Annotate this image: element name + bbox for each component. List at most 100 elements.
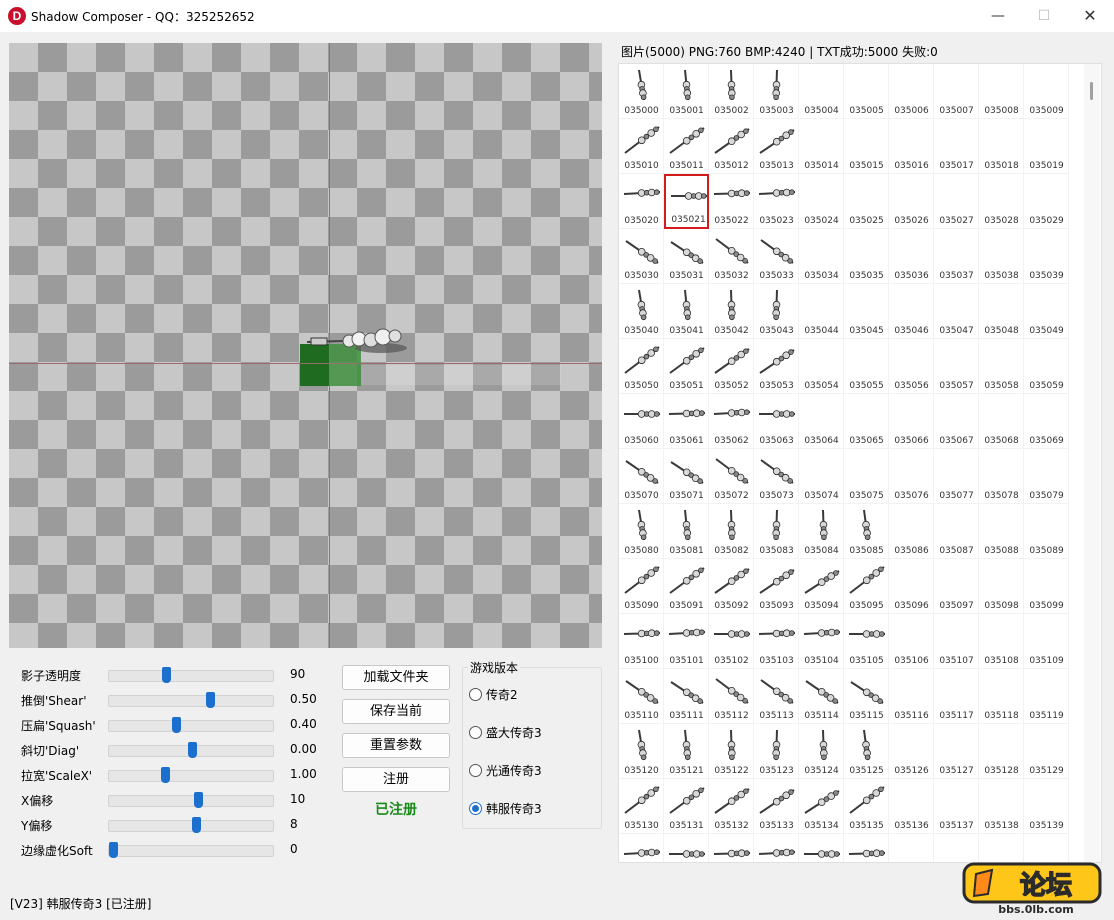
image-cell[interactable]: 035069 (1024, 394, 1069, 449)
image-cell[interactable]: 035089 (1024, 504, 1069, 559)
image-cell[interactable]: 035133 (754, 779, 799, 834)
image-cell[interactable]: 035111 (664, 669, 709, 724)
image-cell[interactable]: 035104 (799, 614, 844, 669)
image-cell[interactable]: 035132 (709, 779, 754, 834)
slider-track[interactable] (108, 767, 274, 783)
image-cell[interactable]: 035075 (844, 449, 889, 504)
image-cell[interactable]: 035024 (799, 174, 844, 229)
image-cell[interactable]: 035045 (844, 284, 889, 339)
image-cell[interactable]: 035027 (934, 174, 979, 229)
image-cell[interactable]: 035074 (799, 449, 844, 504)
image-cell[interactable]: 035042 (709, 284, 754, 339)
image-cell[interactable]: 035118 (979, 669, 1024, 724)
image-cell[interactable]: 035033 (754, 229, 799, 284)
image-cell[interactable]: 035031 (664, 229, 709, 284)
image-cell[interactable]: 035011 (664, 119, 709, 174)
game-version-radio[interactable]: 盛大传奇3 (469, 724, 589, 740)
image-cell[interactable]: 035114 (799, 669, 844, 724)
image-cell[interactable]: 035138 (979, 779, 1024, 834)
image-cell[interactable]: 035084 (799, 504, 844, 559)
image-cell[interactable]: 035098 (979, 559, 1024, 614)
image-cell[interactable]: 035060 (619, 394, 664, 449)
image-cell[interactable] (979, 834, 1024, 862)
image-cell[interactable]: 035062 (709, 394, 754, 449)
image-cell[interactable]: 035034 (799, 229, 844, 284)
image-cell[interactable]: 035022 (709, 174, 754, 229)
preview-canvas[interactable] (9, 43, 602, 648)
slider-thumb[interactable] (206, 692, 215, 708)
minimize-button[interactable]: — (975, 0, 1021, 32)
image-cell[interactable]: 035120 (619, 724, 664, 779)
slider-thumb[interactable] (194, 792, 203, 808)
image-cell[interactable]: 035092 (709, 559, 754, 614)
image-cell[interactable] (844, 834, 889, 862)
image-cell[interactable]: 035057 (934, 339, 979, 394)
image-cell[interactable]: 035130 (619, 779, 664, 834)
image-cell[interactable]: 035088 (979, 504, 1024, 559)
image-cell[interactable]: 035065 (844, 394, 889, 449)
image-cell[interactable]: 035095 (844, 559, 889, 614)
image-cell[interactable]: 035129 (1024, 724, 1069, 779)
register-button[interactable]: 注册 (342, 767, 450, 792)
save-current-button[interactable]: 保存当前 (342, 699, 450, 724)
image-cell[interactable]: 035001 (664, 64, 709, 119)
image-cell[interactable]: 035139 (1024, 779, 1069, 834)
grid-scrollbar-thumb[interactable] (1090, 82, 1093, 100)
slider-thumb[interactable] (162, 667, 171, 683)
image-cell[interactable]: 035032 (709, 229, 754, 284)
image-cell[interactable]: 035115 (844, 669, 889, 724)
image-cell[interactable] (934, 834, 979, 862)
image-cell[interactable]: 035002 (709, 64, 754, 119)
image-cell[interactable]: 035107 (934, 614, 979, 669)
image-cell[interactable]: 035010 (619, 119, 664, 174)
load-folder-button[interactable]: 加载文件夹 (342, 665, 450, 690)
image-cell[interactable] (754, 834, 799, 862)
image-cell[interactable]: 035064 (799, 394, 844, 449)
image-cell[interactable]: 035113 (754, 669, 799, 724)
image-cell[interactable]: 035128 (979, 724, 1024, 779)
image-cell[interactable]: 035137 (934, 779, 979, 834)
image-cell[interactable]: 035009 (1024, 64, 1069, 119)
image-cell[interactable]: 035056 (889, 339, 934, 394)
radio-dot[interactable] (469, 688, 482, 701)
image-cell[interactable]: 035067 (934, 394, 979, 449)
image-cell[interactable]: 035037 (934, 229, 979, 284)
image-cell[interactable]: 035046 (889, 284, 934, 339)
image-cell[interactable]: 035059 (1024, 339, 1069, 394)
image-cell[interactable]: 035085 (844, 504, 889, 559)
image-cell[interactable]: 035096 (889, 559, 934, 614)
image-cell[interactable]: 035086 (889, 504, 934, 559)
image-cell[interactable] (664, 834, 709, 862)
image-cell[interactable]: 035109 (1024, 614, 1069, 669)
image-cell[interactable]: 035017 (934, 119, 979, 174)
image-cell[interactable]: 035077 (934, 449, 979, 504)
image-cell[interactable]: 035068 (979, 394, 1024, 449)
image-cell[interactable]: 035007 (934, 64, 979, 119)
image-cell[interactable]: 035091 (664, 559, 709, 614)
image-cell-selected[interactable]: 035021 (664, 174, 709, 229)
image-cell[interactable]: 035044 (799, 284, 844, 339)
image-cell[interactable] (619, 834, 664, 862)
image-cell[interactable]: 035023 (754, 174, 799, 229)
image-cell[interactable]: 035055 (844, 339, 889, 394)
grid-scrollbar[interactable] (1084, 64, 1100, 862)
image-cell[interactable]: 035110 (619, 669, 664, 724)
image-cell[interactable]: 035039 (1024, 229, 1069, 284)
image-cell[interactable]: 035108 (979, 614, 1024, 669)
image-cell[interactable]: 035005 (844, 64, 889, 119)
image-cell[interactable]: 035028 (979, 174, 1024, 229)
image-cell[interactable]: 035131 (664, 779, 709, 834)
image-cell[interactable]: 035054 (799, 339, 844, 394)
image-cell[interactable]: 035097 (934, 559, 979, 614)
image-cell[interactable]: 035135 (844, 779, 889, 834)
image-cell[interactable]: 035050 (619, 339, 664, 394)
image-cell[interactable]: 035136 (889, 779, 934, 834)
image-cell[interactable]: 035052 (709, 339, 754, 394)
image-cell[interactable]: 035048 (979, 284, 1024, 339)
slider-track[interactable] (108, 792, 274, 808)
image-cell[interactable]: 035030 (619, 229, 664, 284)
image-cell[interactable]: 035082 (709, 504, 754, 559)
image-cell[interactable]: 035020 (619, 174, 664, 229)
image-cell[interactable]: 035099 (1024, 559, 1069, 614)
image-cell[interactable]: 035083 (754, 504, 799, 559)
